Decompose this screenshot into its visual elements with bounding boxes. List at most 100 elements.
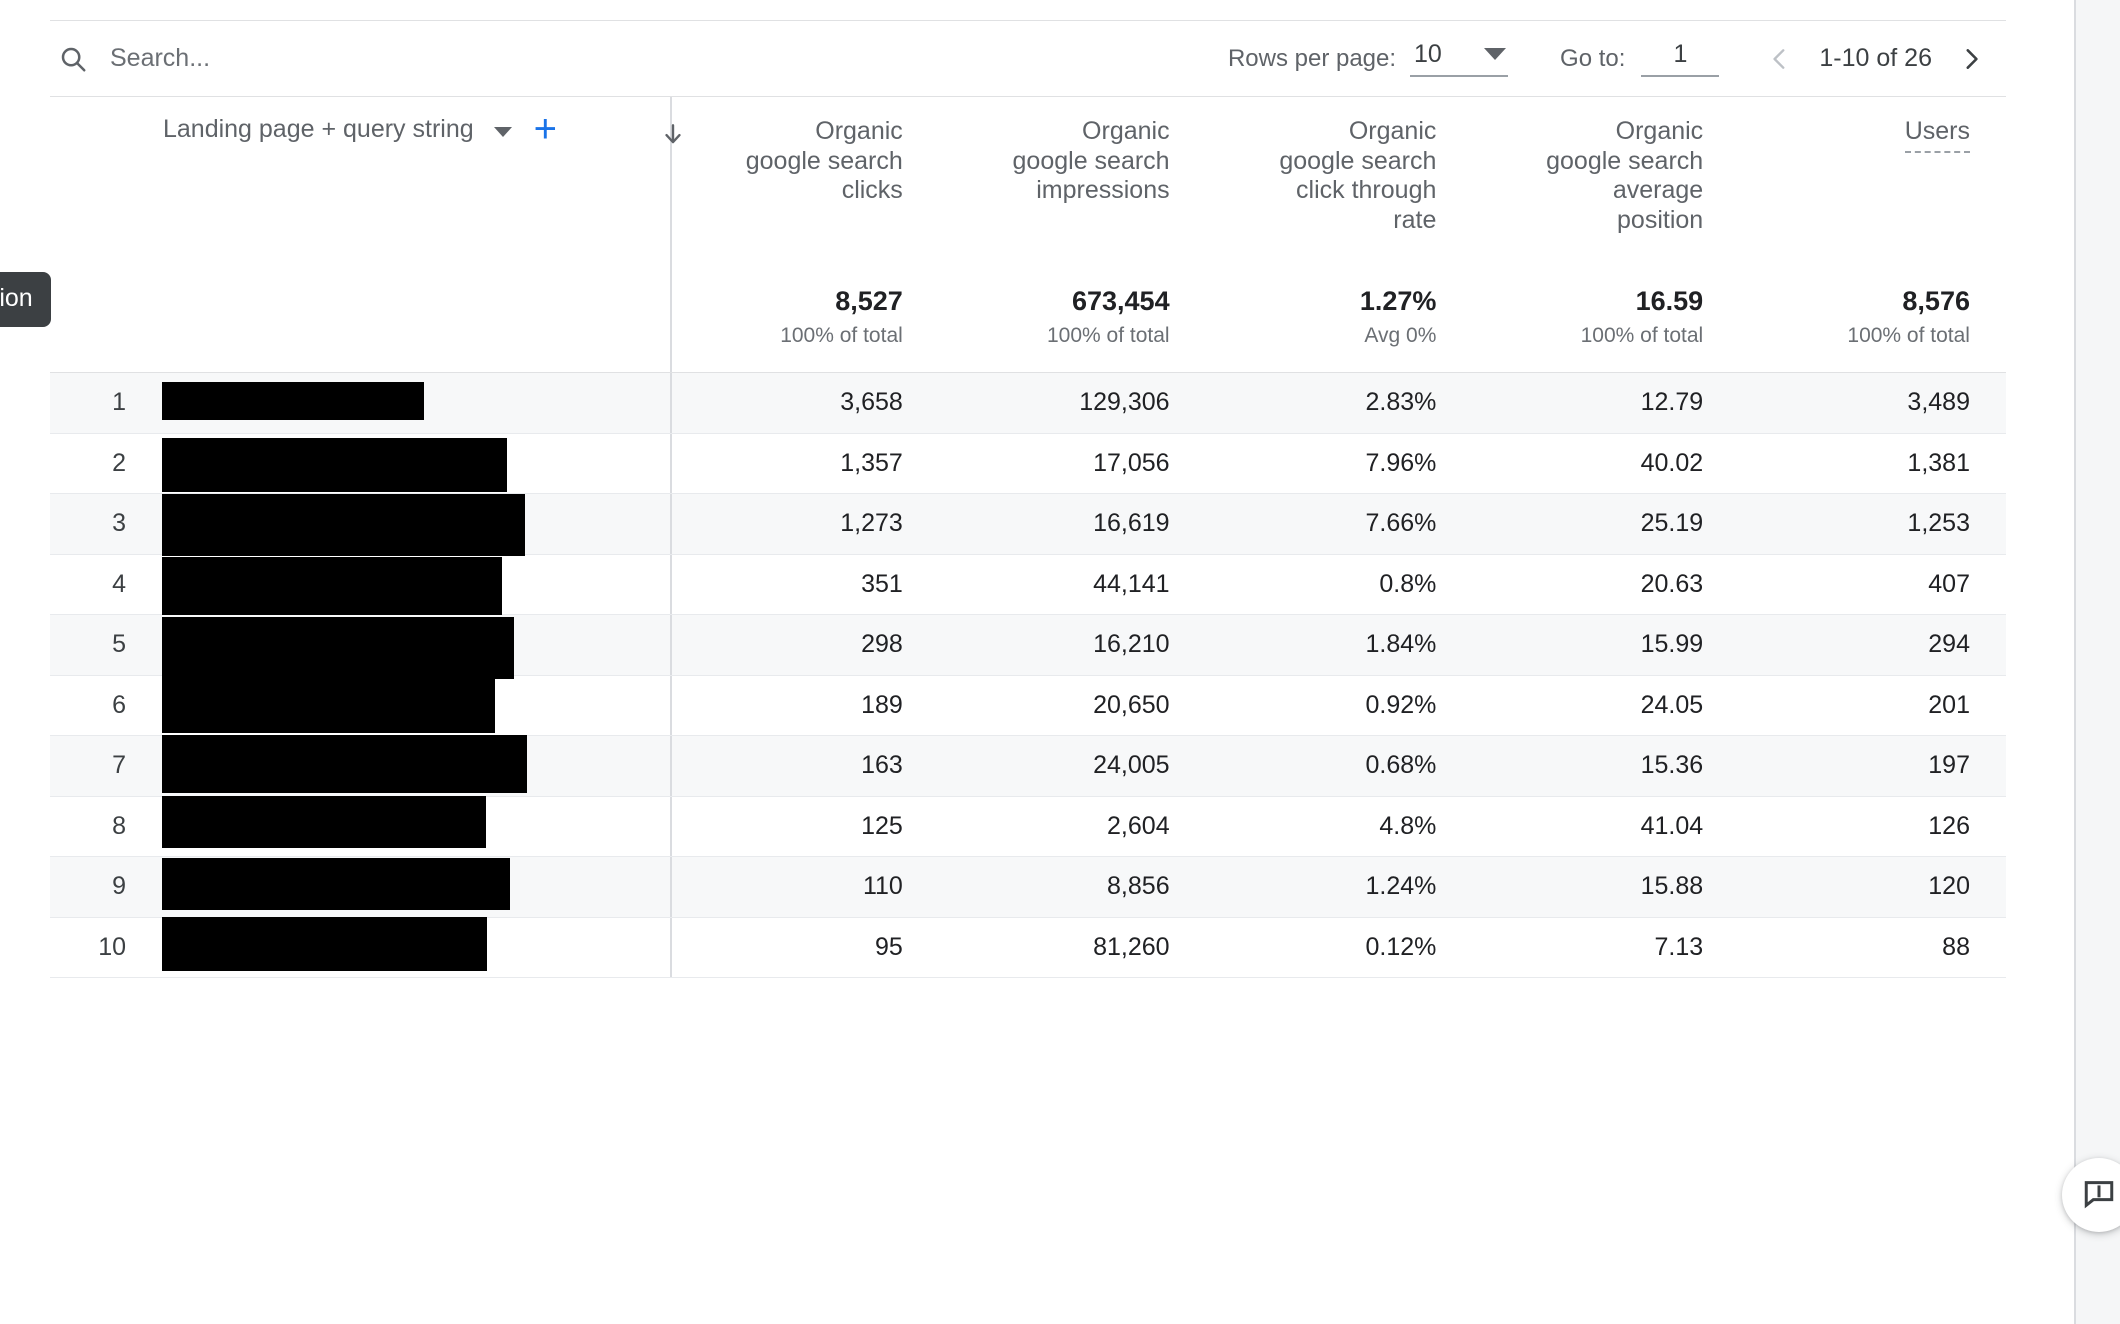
dimension-value-holder — [138, 555, 670, 616]
redaction-bar — [162, 857, 510, 910]
metric-cell: 126 — [1928, 811, 1970, 840]
table-row[interactable]: 8 125 2,604 4.8% 41.04 126 — [50, 796, 2006, 857]
metric-header-cell[interactable]: Organic google search average position — [1472, 97, 1739, 283]
metric-cell: 0.92% — [1365, 690, 1437, 719]
metric-cell: 1.24% — [1365, 872, 1437, 901]
totals-cell: 8,527 100% of total — [672, 283, 939, 372]
redaction-bar — [162, 917, 487, 972]
redaction-bar — [162, 796, 486, 849]
row-index: 9 — [112, 872, 126, 901]
metric-cell: 16,210 — [1093, 630, 1170, 659]
rows-per-page-select[interactable]: 10 — [1410, 40, 1509, 77]
metric-header-cell[interactable]: Users — [1739, 97, 2006, 283]
metric-header-cell[interactable]: Organic google search impressions — [939, 97, 1206, 283]
table-row[interactable]: 3 1,273 16,619 7.66% 25.19 1,253 — [50, 493, 2006, 556]
dimension-cell: 7 — [50, 734, 672, 796]
previous-page-button[interactable] — [1755, 43, 1805, 75]
metric-cell: 129,306 — [1079, 388, 1170, 417]
metric-cell: 2,604 — [1107, 811, 1170, 840]
metric-header-label: Organic google search clicks — [745, 117, 903, 204]
table-row[interactable]: 5 298 16,210 1.84% 15.99 294 — [50, 615, 2006, 679]
metric-cell: 0.12% — [1365, 932, 1437, 961]
row-index: 10 — [98, 932, 126, 961]
redaction-bar — [162, 381, 424, 420]
totals-cell: 1.27% Avg 0% — [1206, 283, 1473, 372]
metric-cell: 407 — [1928, 569, 1970, 598]
row-index: 1 — [112, 388, 126, 417]
table-row[interactable]: 7 163 24,005 0.68% 15.36 197 — [50, 734, 2006, 797]
totals-subtext: 100% of total — [1580, 324, 1704, 348]
next-page-button[interactable] — [1946, 43, 1996, 75]
report-panel: Rows per page: 10 Go to: 1-10 of 26 — [0, 0, 2074, 1324]
pagination-controls: Rows per page: 10 Go to: 1-10 of 26 — [1228, 40, 2006, 77]
dimension-value-holder — [138, 434, 670, 494]
row-index: 7 — [112, 751, 126, 780]
totals-cell: 673,454 100% of total — [939, 283, 1206, 372]
metric-cell: 81,260 — [1093, 932, 1170, 961]
table-row[interactable]: 4 351 44,141 0.8% 20.63 407 — [50, 554, 2006, 616]
table-row[interactable]: 10 95 81,260 0.12% 7.13 88 — [50, 917, 2006, 978]
row-index: 2 — [112, 448, 126, 477]
dimension-selector[interactable]: Landing page + query string — [163, 115, 512, 144]
dimension-cell: 4 — [50, 554, 672, 616]
feedback-icon — [2082, 1177, 2116, 1214]
metric-header-cell[interactable]: Organic google search clicks — [665, 97, 939, 283]
metric-header-cell[interactable]: Organic google search click through rate — [1206, 97, 1473, 283]
metric-cell: 0.68% — [1365, 751, 1437, 780]
totals-cell: 16.59 100% of total — [1472, 283, 1739, 372]
table-body: 1 3,658 129,306 2.83% 12.79 3,489 2 1,357 17,056… — [50, 373, 2006, 978]
row-index: 6 — [112, 690, 126, 719]
table-totals-row: 8,527 100% of total 673,454 100% of total 1.… — [50, 283, 2006, 373]
metric-cell: 24.05 — [1640, 690, 1704, 719]
analytics-report-screen: Rows per page: 10 Go to: 1-10 of 26 — [0, 0, 2120, 1324]
dimension-value-holder — [138, 857, 670, 917]
metric-cell: 15.88 — [1640, 872, 1704, 901]
metric-cell: 7.96% — [1365, 448, 1437, 477]
redaction-bar — [162, 734, 527, 793]
dimension-value-holder — [138, 917, 670, 978]
redaction-bar — [162, 677, 495, 734]
dimension-value-holder — [138, 734, 670, 796]
table-header-row: Landing page + query string + Organic go… — [50, 97, 2006, 283]
dimension-value-holder — [138, 796, 670, 857]
plus-icon[interactable]: + — [534, 109, 557, 149]
totals-value: 8,527 — [835, 286, 903, 316]
table-row[interactable]: 9 110 8,856 1.24% 15.88 120 — [50, 857, 2006, 918]
dimension-value-holder — [138, 615, 670, 679]
arrow-down-icon — [660, 119, 686, 154]
metric-cell: 20.63 — [1640, 569, 1704, 598]
dimension-cell: 8 — [50, 796, 672, 857]
table-row[interactable]: 2 1,357 17,056 7.96% 40.02 1,381 — [50, 433, 2006, 494]
metric-cell: 8,856 — [1107, 872, 1170, 901]
metric-cell: 2.83% — [1365, 388, 1437, 417]
dimension-cell: 9 — [50, 857, 672, 917]
metric-cell: 1,273 — [840, 509, 903, 538]
redaction-bar — [162, 438, 507, 493]
metric-cell: 88 — [1942, 932, 1970, 961]
metric-cell: 15.99 — [1640, 630, 1704, 659]
chevron-down-icon — [493, 126, 512, 137]
dimension-cell: 5 — [50, 615, 672, 679]
metric-cell: 15.36 — [1640, 751, 1704, 780]
row-index: 3 — [112, 509, 126, 538]
metric-cell: 0.8% — [1379, 569, 1437, 598]
totals-subtext: 100% of total — [1847, 324, 1970, 348]
goto-page-input[interactable] — [1641, 40, 1720, 77]
totals-value: 8,576 — [1902, 286, 1970, 316]
metric-cell: 17,056 — [1093, 448, 1170, 477]
metric-cell: 3,658 — [840, 388, 903, 417]
dimension-cell: 10 — [50, 917, 672, 978]
table-row[interactable]: 1 3,658 129,306 2.83% 12.79 3,489 — [50, 373, 2006, 434]
table-row[interactable]: 6 189 20,650 0.92% 24.05 201 — [50, 675, 2006, 736]
metric-cell: 20,650 — [1093, 690, 1170, 719]
metric-cell: 110 — [862, 872, 903, 901]
search-input[interactable] — [110, 44, 630, 73]
metric-cell: 298 — [861, 630, 903, 659]
metric-header-label: Organic google search click through rate — [1279, 117, 1437, 234]
metric-cell: 1.84% — [1365, 630, 1437, 659]
metric-header-label: Organic google search average position — [1546, 117, 1704, 234]
totals-value: 673,454 — [1071, 286, 1170, 316]
metric-cell: 25.19 — [1640, 509, 1704, 538]
totals-subtext: 100% of total — [780, 324, 903, 348]
dimension-header-cell: Landing page + query string + — [50, 97, 672, 283]
